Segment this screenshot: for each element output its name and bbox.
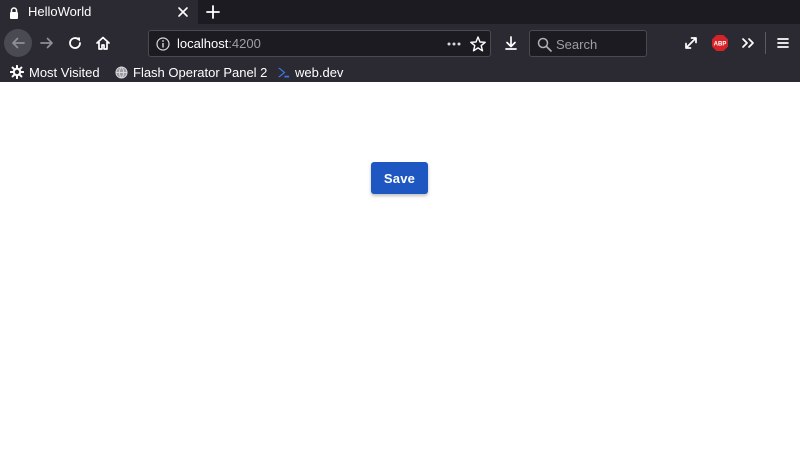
tab-active[interactable]: HelloWorld <box>0 0 198 24</box>
search-bar[interactable] <box>529 30 647 57</box>
overflow-chevron-icon[interactable] <box>736 31 760 55</box>
bookmark-label: Most Visited <box>29 64 100 80</box>
download-icon[interactable] <box>499 31 523 55</box>
abp-icon[interactable]: ABP <box>708 31 732 55</box>
lock-icon <box>9 6 19 19</box>
page-content: Save <box>0 82 800 472</box>
search-icon <box>537 37 552 52</box>
bookmark-label: Flash Operator Panel 2 <box>133 64 268 80</box>
toolbar-separator <box>765 32 766 54</box>
close-icon[interactable] <box>176 5 190 19</box>
hamburger-menu-icon[interactable] <box>771 31 795 55</box>
bookmark-most-visited[interactable]: Most Visited <box>10 63 100 81</box>
fullscreen-icon[interactable] <box>679 31 703 55</box>
tab-title: HelloWorld <box>28 4 92 19</box>
forward-arrow-icon[interactable] <box>35 31 59 55</box>
abp-label: ABP <box>714 42 727 48</box>
plus-icon[interactable] <box>205 4 221 20</box>
more-dots-icon[interactable] <box>445 35 463 53</box>
bookmark-web-dev[interactable]: web.dev <box>277 63 343 81</box>
reload-icon[interactable] <box>63 31 87 55</box>
navigation-toolbar: localhost:4200 Search ABP <box>0 24 800 62</box>
url-port: :4200 <box>228 36 261 51</box>
tab-strip: HelloWorld <box>0 0 800 24</box>
bookmark-flash-operator-panel[interactable]: Flash Operator Panel 2 <box>115 63 267 81</box>
bookmarks-toolbar: Most Visited Flash Operator Panel 2 web.… <box>0 62 800 82</box>
info-icon[interactable] <box>156 37 170 51</box>
bookmark-label: web.dev <box>295 64 344 80</box>
home-icon[interactable] <box>91 31 115 55</box>
url-host: localhost <box>177 36 229 51</box>
back-arrow-icon[interactable] <box>4 29 32 57</box>
url-bar[interactable]: localhost:4200 <box>148 30 491 57</box>
gear-icon <box>10 65 24 79</box>
browser-chrome: HelloWorld localhost:4200 Search ABP Mos… <box>0 0 800 82</box>
star-icon[interactable] <box>469 35 487 53</box>
save-button[interactable]: Save <box>371 162 428 194</box>
url-text[interactable]: localhost:4200 <box>177 36 261 52</box>
search-input[interactable] <box>556 34 644 54</box>
web-dev-icon <box>277 67 290 77</box>
globe-icon <box>115 65 128 79</box>
